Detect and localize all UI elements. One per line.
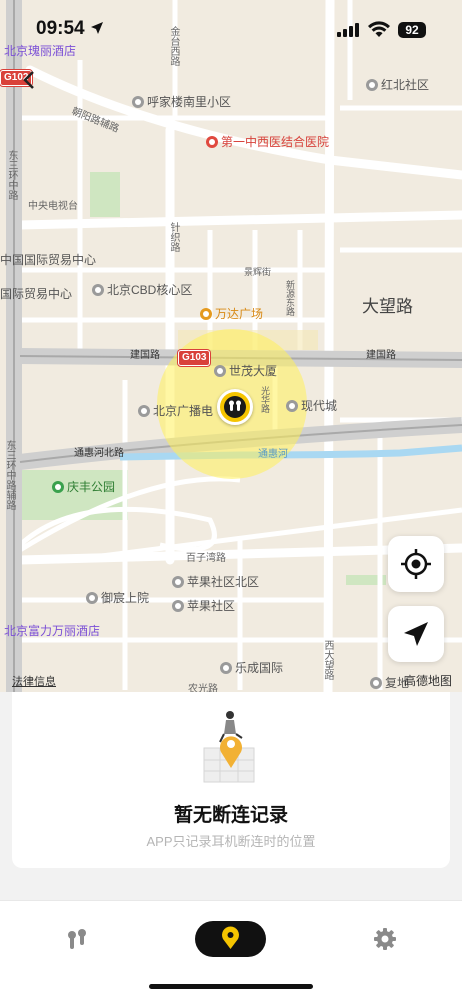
navigate-button[interactable] — [388, 606, 444, 662]
poi-cbd: 北京CBD核心区 — [92, 283, 192, 297]
poi-pingguo-north: 苹果社区北区 — [172, 575, 259, 589]
shopping-icon — [200, 308, 212, 320]
hospital-icon — [206, 136, 218, 148]
poi-shimao: 世茂大厦 — [214, 364, 277, 378]
earbuds-icon — [224, 396, 246, 418]
map-provider-logo: 高德地图 — [404, 674, 453, 688]
poi-icon — [172, 600, 184, 612]
poi-wanda: 万达广场 — [200, 307, 263, 321]
road-baizi: 百子湾路 — [186, 553, 226, 564]
poi-lecheng: 乐成国际 — [220, 661, 283, 675]
poi-icon — [86, 592, 98, 604]
crosshair-icon — [401, 549, 431, 579]
earbuds-location-pin[interactable] — [217, 389, 253, 425]
poi-icon — [132, 96, 144, 108]
poi-yuchen: 御宸上院 — [86, 591, 149, 605]
back-button[interactable] — [22, 70, 36, 94]
highway-shield-g103: G103 — [178, 350, 211, 366]
battery-indicator: 92 — [398, 22, 426, 38]
street-label: 景辉街 — [244, 267, 272, 277]
poi-icon — [92, 284, 104, 296]
street-label: 东三环中路 — [6, 150, 17, 200]
empty-records-illustration — [203, 711, 255, 783]
poi-cctv: 中央电视台 — [28, 201, 78, 212]
tab-earbuds[interactable] — [62, 921, 92, 957]
tab-map[interactable] — [195, 921, 266, 957]
poi-huji: 呼家楼南里小区 — [132, 95, 231, 109]
legal-info-link[interactable]: 法律信息 — [12, 673, 56, 689]
road-jianguo-right: 建国路 — [366, 350, 396, 361]
street-label: 东三环中路辅路 — [4, 440, 15, 510]
location-arrow-icon — [90, 22, 103, 34]
chevron-left-icon — [23, 71, 34, 89]
poi-hospital: 第一中西医结合医院 — [206, 135, 329, 149]
paper-plane-icon — [404, 622, 428, 646]
location-pin-icon — [222, 926, 239, 949]
street-label: 光华路 — [260, 386, 270, 413]
poi-icon — [286, 400, 298, 412]
street-label: 针织路 — [168, 222, 179, 252]
poi-radio: 北京广播电 — [138, 404, 213, 418]
earbuds-icon — [68, 929, 86, 949]
street-label: 新源东路 — [285, 280, 295, 316]
poi-icon — [172, 576, 184, 588]
empty-state-title: 暂无断连记录 — [173, 805, 288, 826]
poi-icon — [370, 677, 382, 689]
park-icon — [52, 481, 64, 493]
river-tonghui: 通惠河 — [258, 449, 288, 460]
street-label: 西大望路 — [322, 640, 333, 680]
status-time: 09:54 — [36, 18, 104, 40]
gear-icon — [374, 928, 396, 950]
status-bar: 09:54 92 — [0, 0, 462, 60]
poi-fuli-hotel: 北京富力万丽酒店 — [4, 624, 101, 638]
locate-me-button[interactable] — [388, 536, 444, 592]
poi-xiandai: 现代城 — [286, 399, 337, 413]
poi-hongbei: 红北社区 — [366, 78, 429, 92]
poi-icon — [138, 405, 150, 417]
poi-icon — [366, 79, 378, 91]
tab-settings[interactable] — [370, 921, 400, 957]
poi-qingfeng-park: 庆丰公园 — [52, 480, 115, 494]
road-nonglu: 农光路 — [188, 684, 218, 692]
home-indicator — [149, 984, 313, 989]
poi-guomao-center: 中国国际贸易中心 — [0, 253, 97, 267]
poi-guomao: 国际贸易中心 — [0, 287, 73, 301]
area-dawanglu: 大望路 — [362, 297, 413, 316]
road-jianguo-left: 建国路 — [130, 350, 160, 361]
disconnect-records-card: 暂无断连记录 APP只记录耳机断连时的位置 — [12, 692, 450, 868]
wifi-icon — [368, 21, 390, 37]
poi-icon — [220, 662, 232, 674]
road-tonghui-beilu: 通惠河北路 — [74, 448, 124, 459]
poi-pingguo: 苹果社区 — [172, 599, 235, 613]
empty-state-subtitle: APP只记录耳机断连时的位置 — [146, 834, 316, 849]
signal-icon — [337, 23, 359, 37]
poi-icon — [214, 365, 226, 377]
